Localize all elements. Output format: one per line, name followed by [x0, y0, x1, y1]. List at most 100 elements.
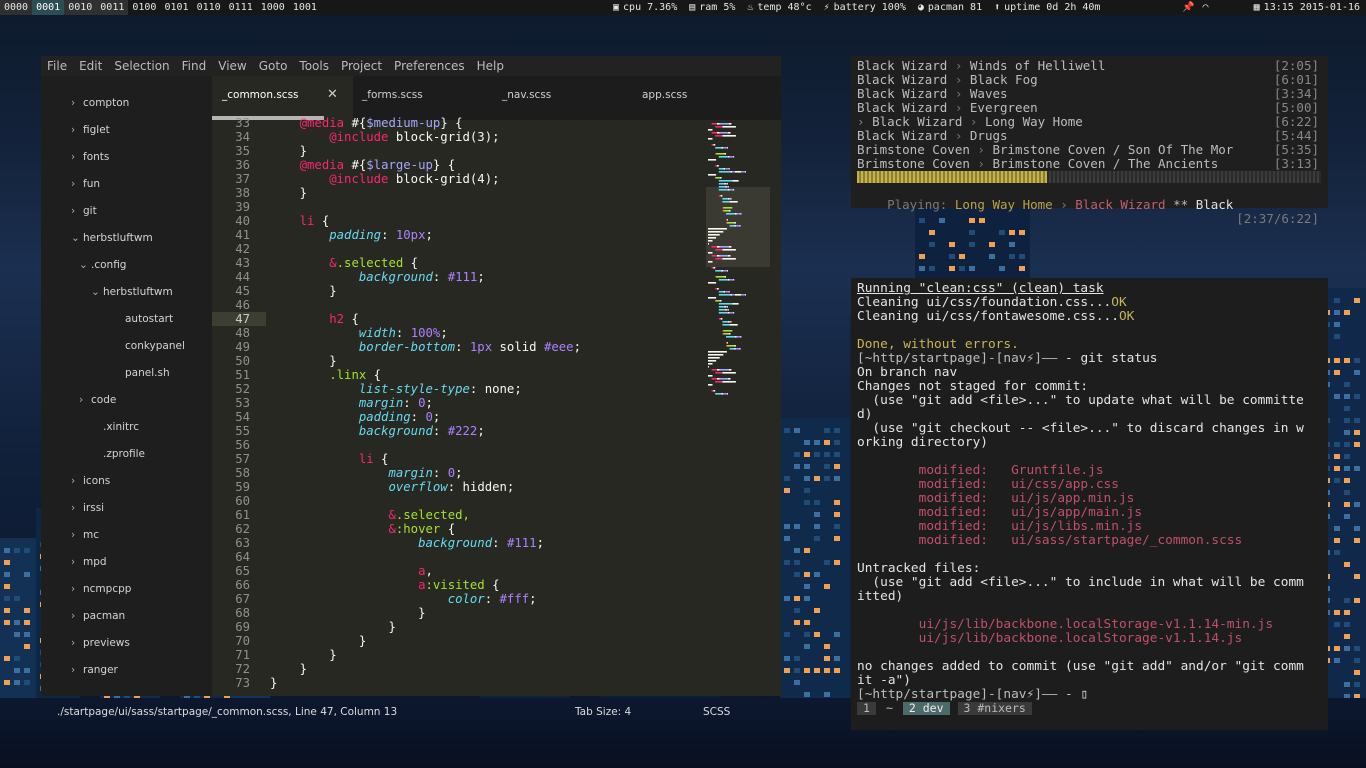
minimap-mark: [715, 177, 720, 179]
terminal-text: Running "clean:css" (clean) task: [857, 281, 1104, 296]
status-syntax[interactable]: SCSS: [703, 702, 730, 722]
chevron-right-icon[interactable]: ›: [71, 662, 83, 678]
workspace-0011[interactable]: 0011: [96, 0, 129, 15]
chevron-down-icon[interactable]: ⌄: [79, 257, 91, 273]
tree-item-irssi[interactable]: › irssi: [71, 500, 104, 516]
tree-item-pacman[interactable]: › pacman: [71, 608, 125, 624]
tree-item-panelsh[interactable]: panel.sh: [125, 365, 170, 381]
menu-help[interactable]: Help: [471, 56, 510, 76]
workspace-0000[interactable]: 0000: [0, 0, 33, 15]
tree-item-label: icons: [83, 475, 111, 487]
code-token: :hover: [395, 522, 441, 536]
tmux-window-2[interactable]: 2 dev: [902, 702, 950, 715]
chevron-right-icon[interactable]: ›: [71, 176, 83, 192]
chevron-right-icon[interactable]: ›: [71, 149, 83, 165]
chevron-right-icon[interactable]: ›: [79, 392, 91, 408]
chevron-down-icon[interactable]: ⌄: [91, 284, 103, 300]
tree-item-herbstluftwm[interactable]: ⌄ herbstluftwm: [91, 284, 173, 300]
menu-tools[interactable]: Tools: [293, 56, 335, 76]
menu-project[interactable]: Project: [335, 56, 388, 76]
chevron-right-icon[interactable]: ›: [71, 473, 83, 489]
tree-item-autostart[interactable]: autostart: [125, 311, 173, 327]
tree-item-ncmpcpp[interactable]: › ncmpcpp: [71, 581, 131, 597]
terminal-window[interactable]: Running "clean:css" (clean) task Cleaning…: [851, 278, 1328, 730]
playlist-track[interactable]: › Black Wizard › Long Way Home [6:22]: [857, 115, 1321, 129]
tree-item-git[interactable]: › git: [71, 203, 97, 219]
workspace-list: 0000 0001 0010 0011 0100 0101 0110 0111 1000 1001: [0, 0, 321, 15]
code-token: {: [314, 214, 330, 228]
workspace-0111[interactable]: 0111: [225, 0, 257, 15]
menu-file[interactable]: File: [41, 56, 73, 76]
menu-preferences[interactable]: Preferences: [388, 56, 471, 76]
tmux-window-3[interactable]: 3 #nixers: [957, 702, 1032, 715]
minimap-mark: [718, 306, 725, 308]
playback-progress-bar[interactable]: [857, 171, 1321, 183]
status-tab-size[interactable]: Tab Size: 4: [575, 702, 631, 722]
code-area[interactable]: 33 @media #{$medium-up} {34 @include blo…: [212, 116, 706, 696]
workspace-0101[interactable]: 0101: [160, 0, 192, 15]
tab-appscss[interactable]: app.scss: [632, 76, 772, 120]
workspace-0110[interactable]: 0110: [193, 0, 225, 15]
tab-label: app.scss: [642, 89, 688, 101]
tree-item-ranger[interactable]: › ranger: [71, 662, 118, 678]
chevron-right-icon[interactable]: ›: [71, 527, 83, 543]
chevron-right-icon[interactable]: ›: [71, 500, 83, 516]
pin-icon[interactable]: 📌: [1182, 0, 1194, 15]
tab-commonscss[interactable]: _common.scss ✕: [212, 76, 353, 120]
tree-item-figlet[interactable]: › figlet: [71, 122, 110, 138]
minimap-mark: [717, 369, 720, 371]
chevron-right-icon[interactable]: ›: [71, 554, 83, 570]
playlist-track[interactable]: Brimstone Coven › Brimstone Coven / Son …: [857, 143, 1321, 157]
tmux-window-0[interactable]: 1: [857, 702, 876, 715]
minimap[interactable]: [706, 123, 781, 413]
menu-view[interactable]: View: [212, 56, 252, 76]
workspace-1000[interactable]: 1000: [257, 0, 289, 15]
playlist-track[interactable]: Black Wizard › Winds of Helliwell [2:05]: [857, 59, 1321, 73]
wifi-icon[interactable]: ◠: [1202, 0, 1208, 15]
tree-item-herbstluftwm[interactable]: ⌄ herbstluftwm: [71, 230, 153, 246]
playlist-track[interactable]: Black Wizard › Black Fog [6:01]: [857, 73, 1321, 87]
playlist-track[interactable]: Black Wizard › Waves [3:34]: [857, 87, 1321, 101]
building-window: [804, 620, 810, 625]
tree-item-code[interactable]: › code: [79, 392, 116, 408]
chevron-right-icon[interactable]: ›: [71, 203, 83, 219]
tree-item-mc[interactable]: › mc: [71, 527, 99, 543]
menu-find[interactable]: Find: [176, 56, 213, 76]
chevron-right-icon[interactable]: ›: [71, 635, 83, 651]
chevron-down-icon[interactable]: ⌄: [71, 230, 83, 246]
building-window: [1334, 478, 1340, 483]
playlist-track[interactable]: Brimstone Coven › Brimstone Coven / The …: [857, 157, 1321, 171]
minimap-mark: [730, 294, 733, 296]
chevron-right-icon[interactable]: ›: [71, 608, 83, 624]
chevron-right-icon[interactable]: ›: [71, 581, 83, 597]
tab-navscss[interactable]: _nav.scss: [492, 76, 632, 120]
tree-item-zprofile[interactable]: .zprofile: [103, 446, 145, 462]
tab-formsscss[interactable]: _forms.scss: [352, 76, 492, 120]
menu-selection[interactable]: Selection: [108, 56, 175, 76]
tree-item-mpd[interactable]: › mpd: [71, 554, 107, 570]
tree-item-config[interactable]: ⌄ .config: [79, 257, 126, 273]
workspace-0010[interactable]: 0010: [64, 0, 97, 15]
workspace-0001[interactable]: 0001: [32, 0, 65, 15]
menu-goto[interactable]: Goto: [253, 56, 294, 76]
chevron-right-icon[interactable]: ›: [71, 95, 83, 111]
code-token: }: [270, 634, 367, 648]
code-token: :: [432, 270, 448, 284]
playlist-track[interactable]: Black Wizard › Evergreen [5:00]: [857, 101, 1321, 115]
tree-item-conkypanel[interactable]: conkypanel: [125, 338, 185, 354]
tree-item-fonts[interactable]: › fonts: [71, 149, 109, 165]
menu-edit[interactable]: Edit: [73, 56, 108, 76]
close-icon[interactable]: ✕: [327, 76, 338, 114]
building-window: [814, 668, 820, 673]
minimap-mark: [715, 258, 723, 260]
chevron-right-icon[interactable]: ›: [71, 122, 83, 138]
tree-item-previews[interactable]: › previews: [71, 635, 130, 651]
workspace-0100[interactable]: 0100: [128, 0, 160, 15]
tree-item-xinitrc[interactable]: .xinitrc: [103, 419, 139, 435]
tree-item-compton[interactable]: › compton: [71, 95, 129, 111]
tree-item-icons[interactable]: › icons: [71, 473, 110, 489]
workspace-1001[interactable]: 1001: [289, 0, 321, 15]
tree-item-fun[interactable]: › fun: [71, 176, 100, 192]
tmux-window-1[interactable]: ~: [884, 702, 895, 715]
playlist-track[interactable]: Black Wizard › Drugs [5:44]: [857, 129, 1321, 143]
